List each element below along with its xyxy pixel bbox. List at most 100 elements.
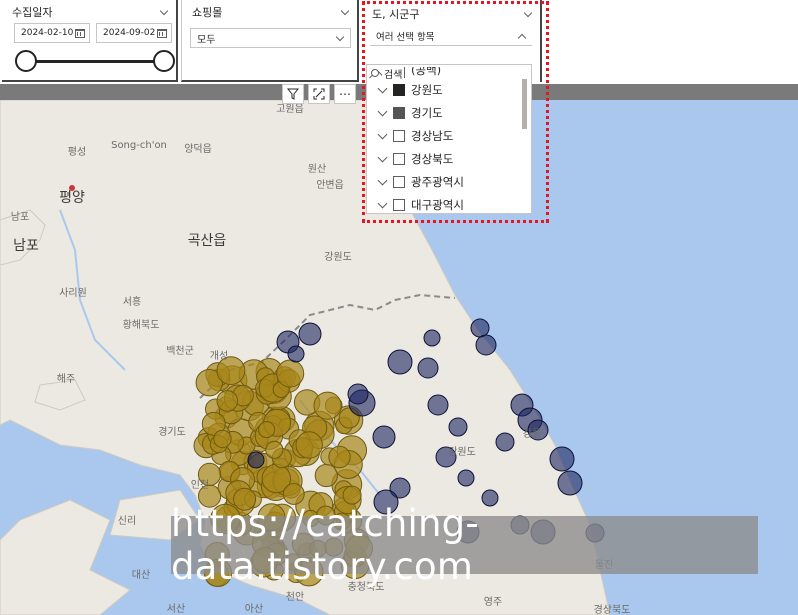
region-dropdown-value: 여러 선택 항목 xyxy=(376,32,435,43)
region-dropdown-list[interactable]: (공백) 강원도 경기도 경상남도 경상북도 광주광역시 대구광역시 검색 xyxy=(366,64,532,214)
calendar-icon[interactable] xyxy=(75,28,85,38)
map-place-label: 해주 xyxy=(57,372,75,385)
map-place-label: 서산 xyxy=(167,603,185,615)
gangwon-bubble[interactable] xyxy=(287,345,305,363)
shop-slicer: 쇼핑몰 모두 xyxy=(181,0,359,82)
map-place-label: 신리 xyxy=(118,515,136,527)
region-dropdown[interactable]: 여러 선택 항목 xyxy=(370,27,532,46)
region-items: (공백) 강원도 경기도 경상남도 경상북도 광주광역시 대구광역시 xyxy=(367,67,523,213)
region-item-label: 경상남도 xyxy=(411,128,454,143)
shop-slicer-header: 쇼핑몰 xyxy=(192,3,349,21)
region-slicer-header: 도, 시군구 xyxy=(372,5,532,23)
gyeonggi-bubble[interactable] xyxy=(328,445,351,469)
gyeonggi-bubble[interactable] xyxy=(265,440,284,459)
region-search-input[interactable]: 검색 xyxy=(382,65,405,81)
chevron-down-icon xyxy=(336,34,344,42)
gangwon-bubble[interactable] xyxy=(495,432,515,452)
end-date-input[interactable]: 2024-09-02 xyxy=(96,23,172,43)
date-range-end-handle[interactable] xyxy=(153,50,175,72)
map-place-label: 개성 xyxy=(210,350,228,362)
expand-chevron-icon[interactable] xyxy=(377,154,387,164)
gangwon-bubble[interactable] xyxy=(470,318,490,338)
region-item-label: 대구광역시 xyxy=(411,197,464,212)
region-item-checkbox[interactable] xyxy=(393,106,405,119)
map-place-label: 남포 xyxy=(13,238,39,254)
gangwon-bubble[interactable] xyxy=(423,329,441,347)
map-place-label: 곡산읍 xyxy=(188,233,227,249)
chevron-up-icon xyxy=(518,32,526,40)
date-range-track[interactable] xyxy=(26,60,164,63)
map-place-label: 대산 xyxy=(132,569,150,581)
gyeonggi-bubble[interactable] xyxy=(216,390,239,412)
capital-marker xyxy=(69,185,75,191)
region-item-checkbox[interactable] xyxy=(393,152,405,165)
gangwon-bubble[interactable] xyxy=(347,383,369,405)
gyeonggi-bubble[interactable] xyxy=(213,429,232,449)
map-place-label: 남포 xyxy=(11,211,29,223)
gangwon-bubble[interactable] xyxy=(247,451,265,469)
map-place-label: 영주 xyxy=(484,596,502,608)
gangwon-bubble[interactable] xyxy=(475,334,497,356)
region-item[interactable]: 경상남도 xyxy=(367,124,523,147)
end-date-value: 2024-09-02 xyxy=(103,28,156,38)
gyeonggi-bubble[interactable] xyxy=(295,431,323,459)
map-place-label: 황해북도 xyxy=(123,318,160,331)
chevron-down-icon[interactable] xyxy=(341,8,349,16)
region-item-checkbox[interactable] xyxy=(393,175,405,188)
gangwon-bubble[interactable] xyxy=(557,470,583,496)
region-slicer-title: 도, 시군구 xyxy=(372,8,420,21)
region-item-checkbox[interactable] xyxy=(393,129,405,142)
focus-mode-button[interactable] xyxy=(308,84,330,104)
expand-chevron-icon[interactable] xyxy=(377,131,387,141)
visual-header: ⋯ xyxy=(282,84,362,106)
chevron-down-icon[interactable] xyxy=(160,8,168,16)
search-icon xyxy=(371,69,379,77)
gyeonggi-bubble[interactable] xyxy=(314,463,338,488)
region-item-checkbox[interactable] xyxy=(393,83,405,96)
map-place-label: 원산 xyxy=(308,163,326,175)
expand-chevron-icon[interactable] xyxy=(377,85,387,95)
expand-chevron-icon[interactable] xyxy=(377,177,387,187)
chevron-down-icon[interactable] xyxy=(524,10,532,18)
gyeonggi-bubble[interactable] xyxy=(276,359,305,388)
gangwon-bubble[interactable] xyxy=(448,417,468,437)
region-item-label: 광주광역시 xyxy=(411,174,464,189)
calendar-icon[interactable] xyxy=(157,28,167,38)
start-date-input[interactable]: 2024-02-10 xyxy=(14,23,90,43)
map-place-label: 서흥 xyxy=(123,295,141,308)
gangwon-bubble[interactable] xyxy=(387,349,413,375)
expand-chevron-icon[interactable] xyxy=(377,200,387,210)
shop-dropdown[interactable]: 모두 xyxy=(190,28,351,48)
region-item[interactable]: 광주광역시 xyxy=(367,170,523,193)
region-item-label: 강원도 xyxy=(411,82,443,97)
gangwon-bubble[interactable] xyxy=(372,425,396,449)
region-item[interactable]: 경상북도 xyxy=(367,147,523,170)
region-item[interactable]: 경기도 xyxy=(367,101,523,124)
map-place-label: 강원도 xyxy=(324,251,352,263)
map-place-label: 강릉 xyxy=(523,428,541,440)
gangwon-bubble[interactable] xyxy=(457,469,475,487)
expand-chevron-icon[interactable] xyxy=(377,108,387,118)
gyeonggi-bubble[interactable] xyxy=(258,421,276,439)
filter-button[interactable] xyxy=(282,84,304,104)
more-options-button[interactable]: ⋯ xyxy=(334,84,356,104)
map-place-label: 평양 xyxy=(59,190,85,206)
region-item[interactable]: 대구광역시 xyxy=(367,193,523,213)
region-item-label: 경상북도 xyxy=(411,151,454,166)
region-item-checkbox[interactable] xyxy=(393,198,405,211)
date-slicer: 수집일자 2024-02-10 2024-09-02 xyxy=(2,0,178,82)
region-search[interactable]: 검색 xyxy=(371,65,521,81)
date-slicer-header: 수집일자 xyxy=(12,3,168,21)
gangwon-bubble[interactable] xyxy=(298,322,322,346)
region-item-label: 경기도 xyxy=(411,105,443,120)
map-place-label: 경기도 xyxy=(158,425,186,438)
gangwon-bubble[interactable] xyxy=(417,357,439,379)
map-place-label: 사리원 xyxy=(59,287,87,299)
date-range-start-handle[interactable] xyxy=(15,50,37,72)
gangwon-bubble[interactable] xyxy=(427,394,449,416)
region-list-scrollbar[interactable] xyxy=(522,79,527,129)
map-place-label: 강원도 xyxy=(448,446,476,458)
gyeonggi-bubble[interactable] xyxy=(313,391,342,420)
gangwon-bubble[interactable] xyxy=(549,446,575,472)
region-item[interactable]: 강원도 xyxy=(367,78,523,101)
